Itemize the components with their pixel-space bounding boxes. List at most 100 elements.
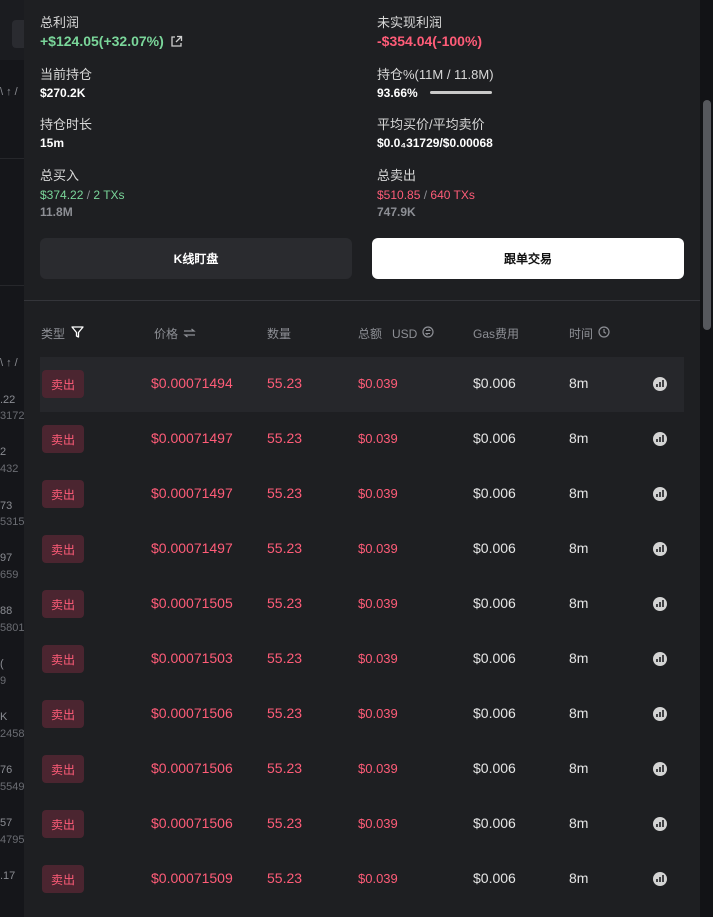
table-row[interactable]: 卖出 $0.00071497 55.23 $0.039 $0.006 8m <box>40 467 684 522</box>
currency-icon[interactable] <box>417 326 434 341</box>
sell-badge: 卖出 <box>42 535 84 563</box>
total-sell-amount: $510.85 <box>377 188 421 202</box>
background-text: 2458 <box>0 728 24 740</box>
trader-detail-panel: 总利润 +$124.05(+32.07%) 未实现利润 -$354.04(-10… <box>24 0 700 917</box>
background-text: 76 <box>0 764 13 776</box>
holding-duration-label: 持仓时长 <box>40 117 93 132</box>
total-buy-tokens: 11.8M <box>40 205 73 219</box>
kline-watch-button[interactable]: K线盯盘 <box>40 238 352 279</box>
table-row[interactable]: 卖出 $0.00071506 55.23 $0.039 $0.006 8m <box>40 797 684 852</box>
trade-time: 8m <box>569 595 589 611</box>
unrealized-profit-label: 未实现利润 <box>377 15 443 30</box>
trade-qty: 55.23 <box>267 430 303 446</box>
background-text: 659 <box>0 569 19 581</box>
explorer-icon[interactable] <box>652 376 668 392</box>
trade-price: $0.00071497 <box>151 540 233 556</box>
background-divider <box>0 158 24 159</box>
col-header-qty-label: 数量 <box>267 327 292 341</box>
trade-gas: $0.006 <box>473 705 516 721</box>
trade-total: $0.039 <box>358 431 398 446</box>
external-link-icon[interactable] <box>170 35 183 51</box>
trade-price: $0.00071494 <box>151 375 233 391</box>
trade-total: $0.039 <box>358 541 398 556</box>
sell-badge: 卖出 <box>42 755 84 783</box>
trade-total: $0.039 <box>358 871 398 886</box>
trade-gas: $0.006 <box>473 650 516 666</box>
table-row[interactable]: 卖出 $0.00071494 55.23 $0.039 $0.006 8m <box>40 357 684 412</box>
col-header-total[interactable]: 总额 USD <box>358 325 434 342</box>
avg-price-label: 平均买价/平均卖价 <box>377 117 485 132</box>
sell-badge: 卖出 <box>42 370 84 398</box>
col-header-time[interactable]: 时间 <box>569 325 610 342</box>
unrealized-profit-stat: 未实现利润 -$354.04(-100%) <box>377 12 482 49</box>
table-row[interactable]: 卖出 $0.00071497 55.23 $0.039 $0.006 8m <box>40 522 684 577</box>
background-text: \ ↑ / <box>0 86 18 98</box>
avg-price-value: $0.0₄31729/$0.00068 <box>377 136 493 150</box>
background-text: ( <box>0 658 4 670</box>
explorer-icon[interactable] <box>652 651 668 667</box>
total-buy-separator: / <box>83 188 94 202</box>
background-text: 73 <box>0 500 13 512</box>
col-header-total-unit: USD <box>392 326 418 341</box>
trade-time: 8m <box>569 485 589 501</box>
explorer-icon[interactable] <box>652 816 668 832</box>
background-text: 9 <box>0 675 7 687</box>
clock-icon[interactable] <box>593 326 610 341</box>
holding-pct-stat: 持仓%(11M / 11.8M) 93.66% <box>377 64 494 100</box>
trade-total: $0.039 <box>358 596 398 611</box>
trade-qty: 55.23 <box>267 375 303 391</box>
table-row[interactable]: 卖出 $0.00071506 55.23 $0.039 $0.006 8m <box>40 742 684 797</box>
trade-gas: $0.006 <box>473 540 516 556</box>
background-text: 88 <box>0 605 13 617</box>
col-header-price[interactable]: 价格 <box>154 325 196 342</box>
table-row[interactable]: 卖出 $0.00071506 55.23 $0.039 $0.006 8m <box>40 687 684 742</box>
trade-qty: 55.23 <box>267 540 303 556</box>
total-sell-label: 总卖出 <box>377 168 417 183</box>
table-row[interactable]: 卖出 $0.00071503 55.23 $0.039 $0.006 8m <box>40 632 684 687</box>
col-header-time-label: 时间 <box>569 327 594 341</box>
background-text: 432 <box>0 463 19 475</box>
swap-icon[interactable] <box>178 327 196 341</box>
trade-total: $0.039 <box>358 486 398 501</box>
scrollbar-thumb[interactable] <box>703 100 711 330</box>
sell-badge: 卖出 <box>42 480 84 508</box>
trade-time: 8m <box>569 430 589 446</box>
table-row[interactable]: 卖出 $0.00071505 55.23 $0.039 $0.006 8m <box>40 577 684 632</box>
explorer-icon[interactable] <box>652 706 668 722</box>
trade-time: 8m <box>569 375 589 391</box>
sell-badge: 卖出 <box>42 590 84 618</box>
total-sell-txs: 640 TXs <box>430 188 475 202</box>
background-text: 5315 <box>0 516 24 528</box>
holding-duration-stat: 持仓时长 15m <box>40 114 92 150</box>
col-header-price-label: 价格 <box>154 327 179 341</box>
trade-price: $0.00071506 <box>151 815 233 831</box>
explorer-icon[interactable] <box>652 761 668 777</box>
trade-price: $0.00071503 <box>151 650 233 666</box>
table-row[interactable]: 卖出 $0.00071497 55.23 $0.039 $0.006 8m <box>40 412 684 467</box>
explorer-icon[interactable] <box>652 486 668 502</box>
explorer-icon[interactable] <box>652 431 668 447</box>
holding-pct-label: 持仓%(11M / 11.8M) <box>377 67 494 82</box>
trade-qty: 55.23 <box>267 870 303 886</box>
explorer-icon[interactable] <box>652 596 668 612</box>
trade-total: $0.039 <box>358 706 398 721</box>
col-header-gas: Gas费用 <box>473 325 519 342</box>
trade-total: $0.039 <box>358 651 398 666</box>
total-profit-label: 总利润 <box>40 15 80 30</box>
col-header-type[interactable]: 类型 <box>41 325 84 342</box>
col-header-type-label: 类型 <box>41 327 66 341</box>
total-buy-amount: $374.22 <box>40 188 84 202</box>
explorer-icon[interactable] <box>652 541 668 557</box>
table-row[interactable]: 卖出 $0.00071509 55.23 $0.039 $0.006 8m <box>40 852 684 907</box>
total-sell-tokens: 747.9K <box>377 205 416 219</box>
trade-time: 8m <box>569 760 589 776</box>
trade-gas: $0.006 <box>473 485 516 501</box>
explorer-icon[interactable] <box>652 871 668 887</box>
holding-pct-value-row: 93.66% <box>377 86 494 100</box>
current-holding-value: $270.2K <box>40 86 86 100</box>
filter-icon[interactable] <box>65 326 84 341</box>
trade-qty: 55.23 <box>267 760 303 776</box>
copy-trade-button[interactable]: 跟单交易 <box>372 238 684 279</box>
trade-qty: 55.23 <box>267 595 303 611</box>
total-buy-line: $374.22 / 2 TXs <box>40 188 125 202</box>
